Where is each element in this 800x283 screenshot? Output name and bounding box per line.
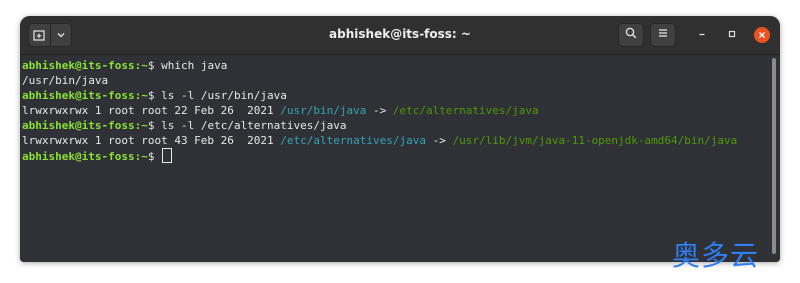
prompt-user: abhishek@its-foss [22, 59, 135, 72]
prompt-user: abhishek@its-foss [22, 119, 135, 132]
file-metadata: lrwxrwxrwx 1 root root 22 Feb 26 2021 [22, 104, 281, 117]
symlink-arrow: -> [425, 134, 453, 147]
search-button[interactable] [618, 23, 644, 47]
symlink-target: /usr/lib/jvm/java-11-openjdk-amd64/bin/j… [452, 134, 738, 147]
prompt-symbol: $ [147, 89, 162, 102]
command-text: ls -l /etc/alternatives/java [161, 119, 347, 132]
symlink-name: /usr/bin/java [280, 104, 367, 117]
prompt-path: :~ [134, 119, 148, 132]
terminal-window: abhishek@its-foss: ~ abhishek@its-foss:~… [20, 16, 780, 262]
command-line: abhishek@its-foss:~$ [22, 148, 173, 163]
minimize-button[interactable] [694, 27, 710, 43]
file-metadata: lrwxrwxrwx 1 root root 43 Feb 26 2021 [22, 134, 281, 147]
prompt-path: :~ [134, 59, 148, 72]
command-line: abhishek@its-foss:~$ ls -l /usr/bin/java [22, 88, 287, 103]
command-text: which java [161, 59, 228, 72]
output-line: lrwxrwxrwx 1 root root 43 Feb 26 2021 /e… [22, 133, 737, 148]
prompt-path: :~ [134, 89, 148, 102]
prompt-user: abhishek@its-foss [22, 150, 135, 163]
watermark-logo: 奥多云 [672, 239, 760, 272]
command-text: ls -l /usr/bin/java [161, 89, 287, 102]
command-line: abhishek@its-foss:~$ which java [22, 58, 227, 73]
maximize-button[interactable] [724, 27, 740, 43]
terminal-output[interactable]: abhishek@its-foss:~$ which java /usr/bin… [20, 55, 780, 262]
close-icon [758, 26, 766, 44]
search-icon [625, 26, 637, 44]
menu-button[interactable] [650, 23, 676, 47]
text-cursor [162, 148, 173, 163]
symlink-arrow: -> [366, 104, 393, 117]
prompt-path: :~ [134, 150, 148, 163]
prompt-user: abhishek@its-foss [22, 89, 135, 102]
title-bar: abhishek@its-foss: ~ [20, 16, 780, 55]
prompt-symbol: $ [147, 150, 162, 163]
prompt-symbol: $ [147, 119, 162, 132]
close-button[interactable] [754, 27, 770, 43]
command-line: abhishek@its-foss:~$ ls -l /etc/alternat… [22, 118, 347, 133]
minimize-icon [697, 26, 707, 44]
output-line: lrwxrwxrwx 1 root root 22 Feb 26 2021 /u… [22, 103, 539, 118]
prompt-symbol: $ [147, 59, 162, 72]
output-line: /usr/bin/java [22, 74, 109, 87]
symlink-name: /etc/alternatives/java [280, 134, 426, 147]
scrollbar[interactable] [772, 58, 776, 254]
maximize-icon [727, 26, 737, 44]
symlink-target: /etc/alternatives/java [392, 104, 539, 117]
hamburger-menu-icon [657, 26, 669, 44]
